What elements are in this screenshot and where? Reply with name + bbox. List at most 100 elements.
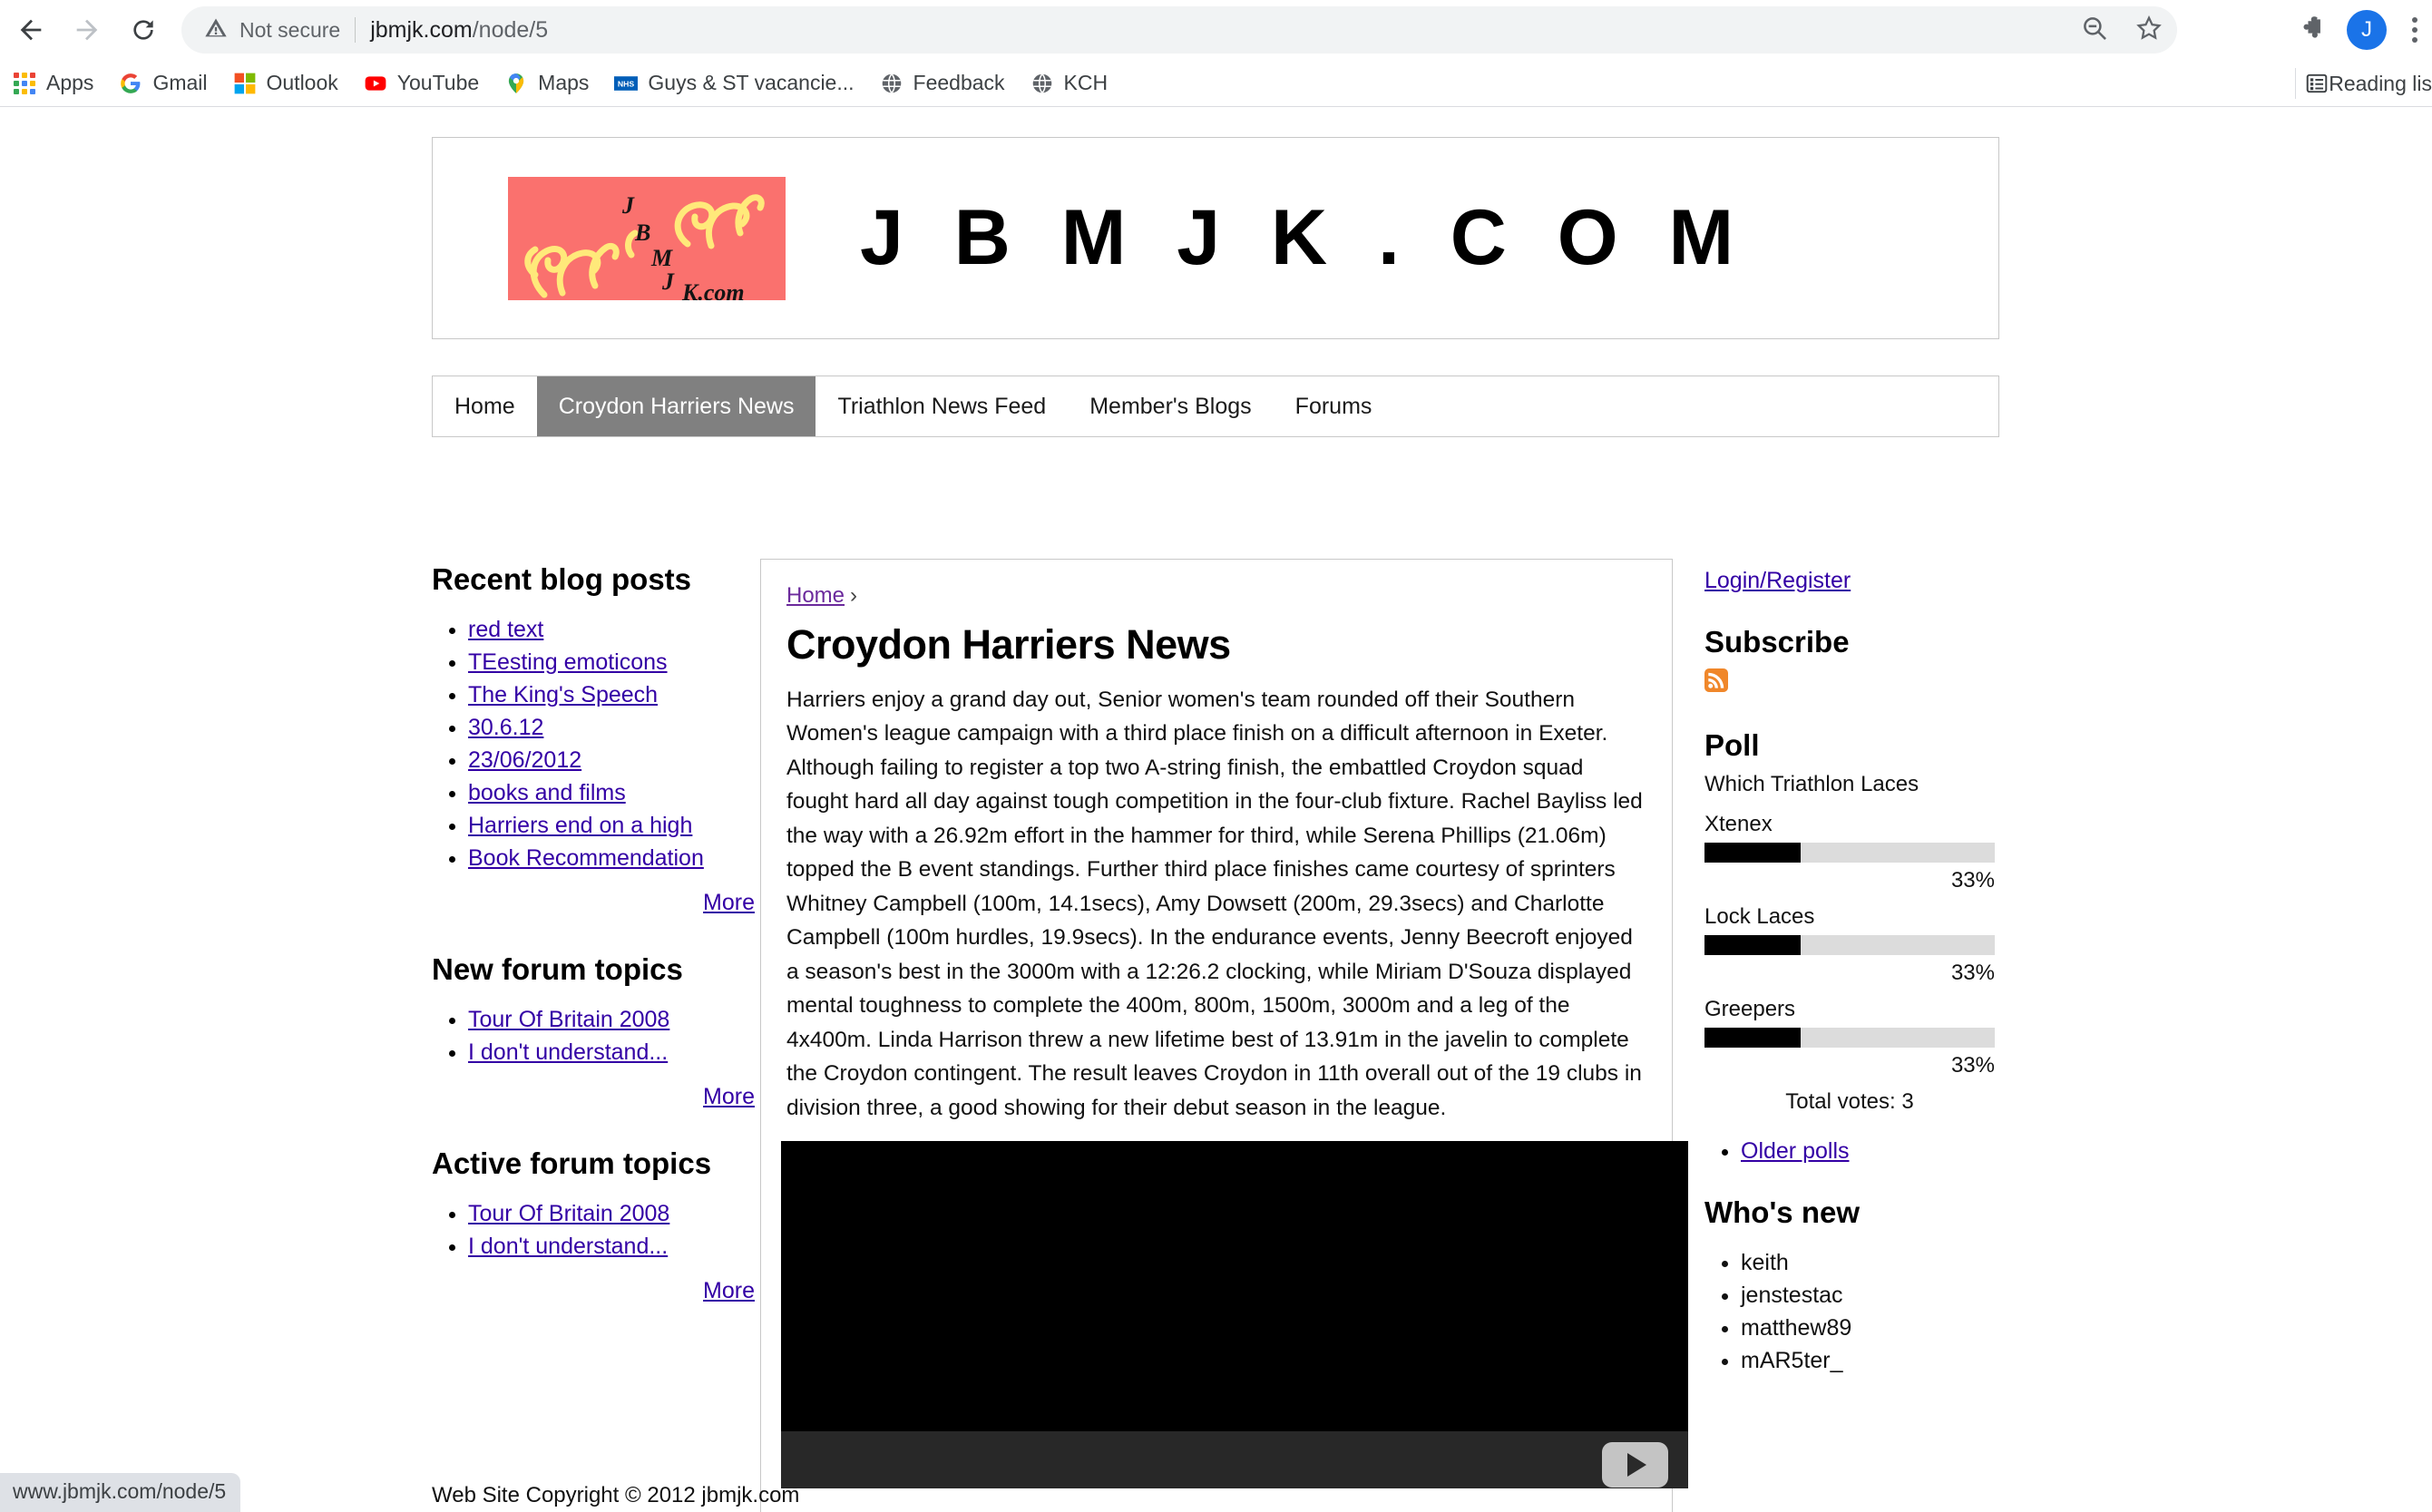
profile-avatar[interactable]: J [2347,10,2387,50]
star-icon[interactable] [2134,13,2164,48]
bookmark-gmail[interactable]: Gmail [106,65,220,102]
blog-link[interactable]: TEesting emoticons [468,649,668,675]
whos-new-heading: Who's new [1704,1195,1861,1229]
forum-topic-link[interactable]: I don't understand... [468,1039,668,1065]
poll-percent: 33% [1950,868,1995,893]
bookmark-youtube[interactable]: YouTube [351,65,492,102]
address-bar[interactable]: Not secure jbmjk.com/node/5 [181,6,2177,54]
list-item: I don't understand... [468,1039,758,1066]
content-bottom-spacer [761,1488,1672,1512]
bookmark-outlook[interactable]: Outlook [220,65,351,102]
omnibox-actions [2079,6,2164,54]
blog-link[interactable]: red text [468,617,543,642]
forum-topic-link[interactable]: I don't understand... [468,1234,668,1259]
list-item: keith [1741,1250,2085,1276]
web-page: J B M J K.com J B M J K . C O M Home Cro… [0,108,2432,1512]
forward-arrow-icon[interactable] [62,5,112,55]
nav-tab-members-blogs[interactable]: Member's Blogs [1068,376,1273,436]
svg-text:B: B [634,219,650,246]
blog-link[interactable]: books and films [468,780,626,805]
more-link[interactable]: More [703,890,755,915]
bookmark-guys-st-vacancies[interactable]: NHS Guys & ST vacancie... [601,65,866,102]
bookmark-apps[interactable]: Apps [0,65,106,102]
nav-tab-home[interactable]: Home [433,376,537,436]
poll-option-label: Lock Laces [1704,904,1815,929]
nav-tab-forums[interactable]: Forums [1274,376,1394,436]
list-item: red text [468,617,758,643]
poll-percent: 33% [1950,961,1995,985]
bookmark-feedback[interactable]: Feedback [867,65,1018,102]
poll-bar [1704,843,1995,863]
back-arrow-icon[interactable] [5,5,56,55]
rss-feed-icon[interactable] [1704,668,1728,692]
list-item: mAR5ter_ [1741,1348,2085,1374]
older-polls-link[interactable]: Older polls [1741,1138,1850,1164]
list-item: Harriers end on a high [468,813,758,839]
bookmark-label: Gmail [152,71,208,94]
site-footer-copyright: Web Site Copyright © 2012 jbmjk.com [432,1483,800,1507]
block-poll: Poll Which Triathlon Laces Xtenex 33% Lo… [1704,728,2085,1165]
browser-toolbar: Not secure jbmjk.com/node/5 J [0,0,2432,60]
poll-option-label: Xtenex [1704,812,1773,836]
bookmark-label: Apps [46,71,94,94]
forum-topic-link[interactable]: Tour Of Britain 2008 [468,1201,669,1226]
active-forum-topics-more-row: More [432,1278,758,1304]
forum-topic-link[interactable]: Tour Of Britain 2008 [468,1007,669,1032]
poll-question: Which Triathlon Laces [1704,772,1919,796]
poll-total-votes: Total votes: 3 [1785,1089,1914,1114]
zoom-out-icon[interactable] [2079,13,2110,48]
list-item: I don't understand... [468,1234,758,1260]
puzzle-piece-icon[interactable] [2296,13,2327,48]
more-link[interactable]: More [703,1278,755,1303]
embedded-video-player[interactable] [781,1141,1688,1489]
bookmark-label: YouTube [396,71,480,94]
block-recent-blog-posts: Recent blog posts red text TEesting emot… [432,562,758,916]
youtube-play-button-icon[interactable] [1602,1442,1668,1488]
poll-heading: Poll [1704,728,1760,762]
poll-percent: 33% [1950,1053,1995,1078]
block-active-forum-topics: Active forum topics Tour Of Britain 2008… [432,1146,758,1304]
apps-grid-icon [13,72,36,95]
breadcrumb-home-link[interactable]: Home [786,583,845,608]
nav-tab-croydon-harriers-news[interactable]: Croydon Harriers News [536,376,816,436]
more-link[interactable]: More [703,1084,755,1109]
site-header: J B M J K.com J B M J K . C O M [432,137,1999,339]
reading-list-button[interactable]: Reading lis [2295,60,2432,107]
omnibox-left-group: Not secure jbmjk.com/node/5 [181,15,548,45]
bookmarks-divider [2295,68,2297,99]
link-status-bubble: www.jbmjk.com/node/5 [0,1473,241,1512]
list-item: The King's Speech [468,682,758,708]
list-item: Tour Of Britain 2008 [468,1007,758,1033]
blog-link[interactable]: The King's Speech [468,682,658,707]
nav-tab-triathlon-news-feed[interactable]: Triathlon News Feed [816,376,1068,436]
active-forum-topics-heading: Active forum topics [432,1146,712,1180]
older-polls-list: Older polls [1704,1138,2085,1165]
outlook-icon [233,72,257,95]
active-forum-topics-list: Tour Of Britain 2008 I don't understand.… [432,1201,758,1260]
three-dot-menu-icon[interactable] [2407,17,2423,43]
recent-blog-posts-more-row: More [432,890,758,916]
recent-blog-posts-list: red text TEesting emoticons The King's S… [432,617,758,872]
article-body-text: Harriers enjoy a grand day out, Senior w… [786,688,1643,1120]
url-text[interactable]: jbmjk.com/node/5 [370,17,548,44]
blog-link[interactable]: 23/06/2012 [468,747,581,773]
whos-new-list: keith jenstestac matthew89 mAR5ter_ [1704,1250,2085,1374]
bookmarks-bar: Apps Gmail Outlook YouTube Maps NHS Guys… [0,60,2432,107]
nhs-icon: NHS [614,72,639,95]
new-forum-topics-heading: New forum topics [432,952,683,986]
blog-link[interactable]: Book Recommendation [468,845,704,871]
url-path: /node/5 [472,16,549,43]
reload-icon[interactable] [118,5,169,55]
primary-nav: Home Croydon Harriers News Triathlon New… [432,376,1999,437]
site-title: J B M J K . C O M [860,194,1749,281]
blog-link[interactable]: Harriers end on a high [468,813,692,838]
poll-result-row: Greepers 33% [1704,997,2085,1078]
bookmark-maps[interactable]: Maps [492,65,601,102]
block-subscribe: Subscribe [1704,625,2085,692]
login-register-link[interactable]: Login/Register [1704,568,1851,593]
blog-link[interactable]: 30.6.12 [468,715,543,740]
left-sidebar: Recent blog posts red text TEesting emot… [432,562,758,1304]
video-control-bar[interactable] [781,1431,1688,1489]
bookmark-kch[interactable]: KCH [1018,65,1121,102]
globe-icon [880,72,903,95]
